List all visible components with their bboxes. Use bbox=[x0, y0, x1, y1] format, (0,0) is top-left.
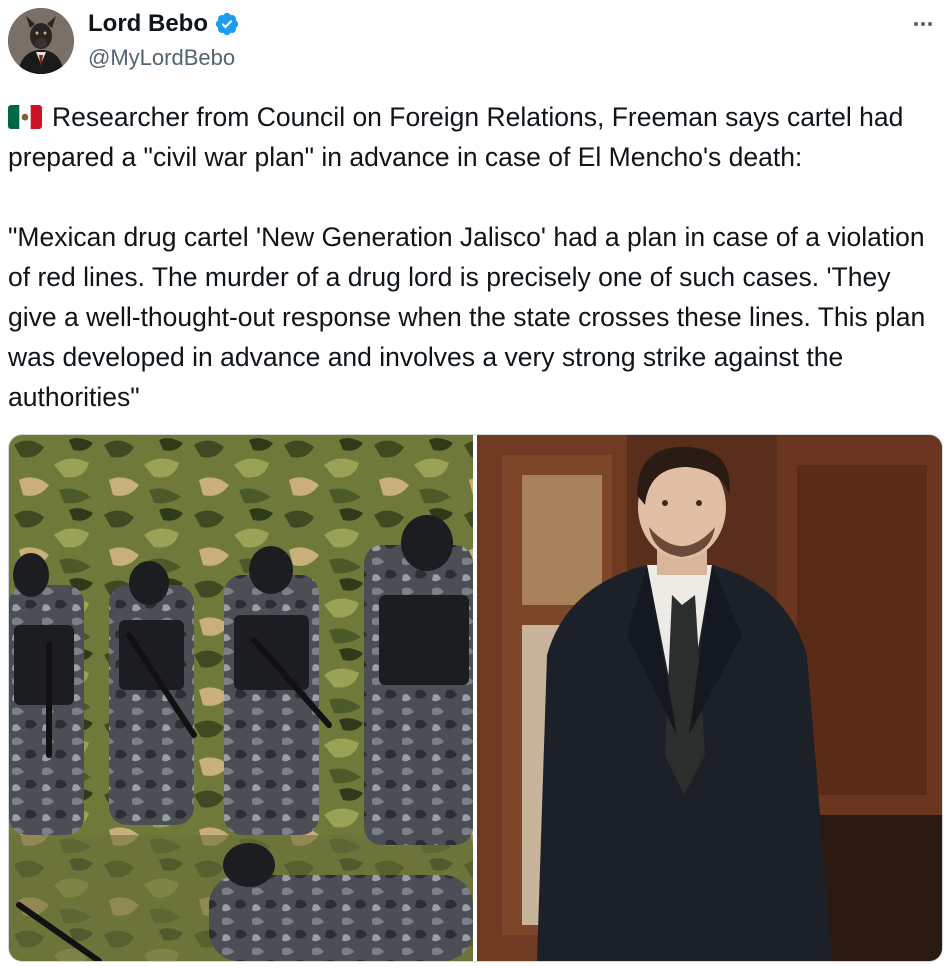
author-avatar[interactable] bbox=[8, 8, 74, 74]
tweet-paragraph-1-text: Researcher from Council on Foreign Relat… bbox=[8, 102, 904, 172]
author-name-row[interactable]: Lord Bebo bbox=[88, 10, 240, 38]
tweet-text: Researcher from Council on Foreign Relat… bbox=[8, 97, 943, 417]
verified-badge-icon bbox=[215, 12, 239, 36]
author-handle[interactable]: @MyLordBebo bbox=[88, 44, 235, 72]
mexico-flag-icon bbox=[8, 105, 42, 129]
photo-armed-group[interactable] bbox=[9, 435, 473, 961]
tweet-paragraph-1: Researcher from Council on Foreign Relat… bbox=[8, 97, 943, 177]
photo-man-in-suit[interactable] bbox=[477, 435, 942, 961]
tweet-media-grid[interactable] bbox=[8, 434, 943, 962]
author-name[interactable]: Lord Bebo bbox=[88, 10, 208, 38]
tweet-paragraph-2: "Mexican drug cartel 'New Generation Jal… bbox=[8, 222, 926, 412]
more-options-icon[interactable] bbox=[908, 12, 938, 36]
